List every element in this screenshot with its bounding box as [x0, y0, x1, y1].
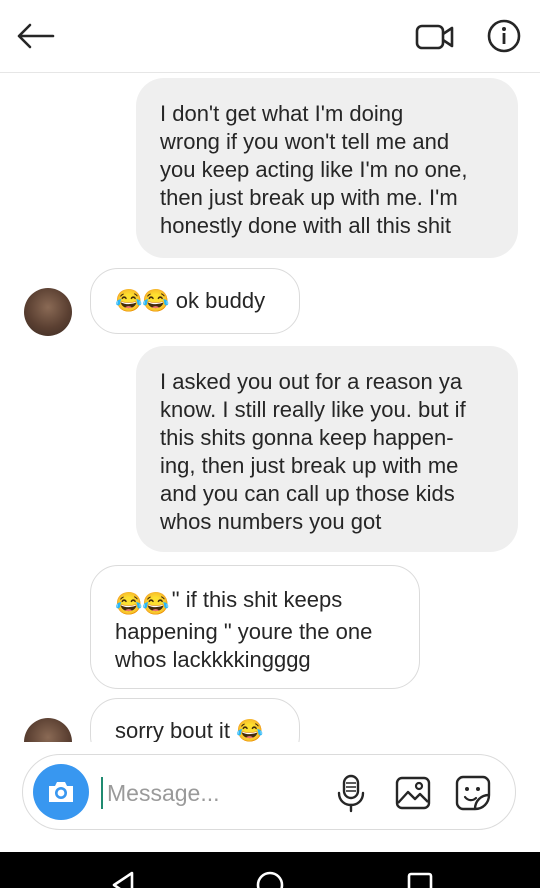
- info-button[interactable]: [484, 16, 524, 56]
- nav-back-icon[interactable]: [108, 870, 138, 888]
- laughing-emoji-icon: 😂: [235, 718, 264, 742]
- gallery-button[interactable]: [393, 773, 433, 813]
- message-input[interactable]: [107, 773, 327, 813]
- message-bubble-incoming: 😂😂 ok buddy: [90, 268, 300, 334]
- info-icon: [487, 19, 521, 53]
- message-text: I don't get what I'm doing wrong if you …: [160, 101, 468, 238]
- avatar[interactable]: [24, 718, 72, 742]
- message-text: ok buddy: [175, 288, 266, 313]
- laughing-emoji-icon: 😂😂: [115, 591, 170, 616]
- sticker-button[interactable]: [453, 773, 493, 813]
- video-camera-icon: [415, 24, 454, 50]
- back-button[interactable]: [12, 16, 58, 56]
- arrow-left-icon: [17, 23, 55, 49]
- message-bubble-outgoing: I asked you out for a reason ya know. I …: [136, 346, 518, 552]
- camera-icon: [49, 782, 73, 802]
- video-call-button[interactable]: [412, 18, 458, 56]
- text-cursor: [101, 777, 103, 809]
- conversation-header: [0, 0, 540, 73]
- sticker-icon: [455, 775, 491, 811]
- laughing-emoji-icon: 😂😂: [115, 288, 170, 313]
- microphone-icon: [337, 774, 365, 813]
- camera-button[interactable]: [33, 764, 89, 820]
- system-navigation-bar: [0, 852, 540, 888]
- gallery-icon: [395, 776, 431, 810]
- nav-home-icon[interactable]: [255, 870, 285, 888]
- message-bubble-outgoing: I don't get what I'm doing wrong if you …: [136, 78, 518, 258]
- nav-recents-icon[interactable]: [405, 870, 435, 888]
- message-bubble-incoming: sorry bout it 😂: [90, 698, 300, 742]
- message-text: sorry bout it: [115, 718, 230, 742]
- message-text: I asked you out for a reason ya know. I …: [160, 369, 466, 534]
- message-thread[interactable]: I don't get what I'm doing wrong if you …: [0, 72, 540, 742]
- message-composer: [22, 754, 516, 830]
- avatar[interactable]: [24, 288, 72, 336]
- message-bubble-incoming: 😂😂" if this shit keeps happening " youre…: [90, 565, 420, 689]
- voice-message-button[interactable]: [333, 773, 369, 813]
